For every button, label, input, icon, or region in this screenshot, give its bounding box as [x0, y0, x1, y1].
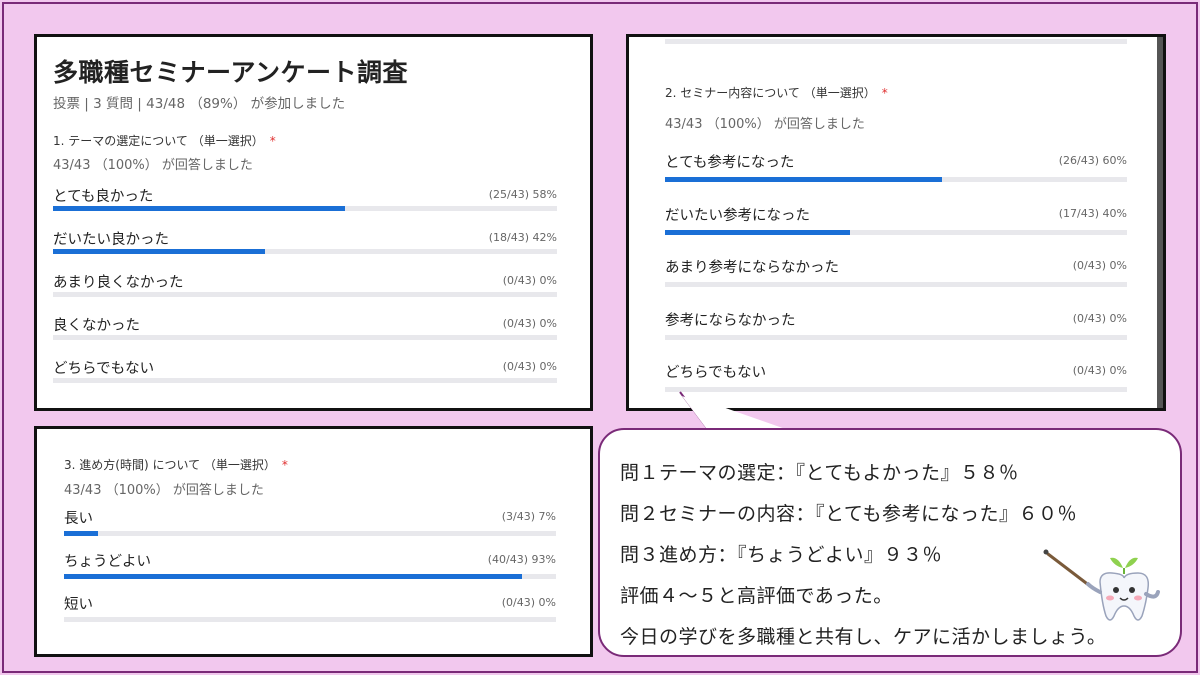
option-value: (18/43) 42% — [488, 231, 557, 244]
result-bar-track — [64, 617, 556, 622]
option-label: とても参考になった — [665, 155, 795, 171]
result-bar-fill — [64, 574, 522, 579]
question-responses: 43/43 （100%） が回答しました — [64, 483, 264, 498]
summary-line: 問１テーマの選定：『とてもよかった』５８％ — [620, 462, 1019, 484]
option-row: 参考にならなかった (0/43) 0% — [665, 309, 1127, 341]
result-bar-fill — [665, 229, 850, 235]
option-row: とても良かった (25/43) 58% — [53, 185, 557, 212]
result-bar-track — [53, 292, 557, 297]
question-title: 2. セミナー内容について （単一選択） — [665, 86, 876, 100]
option-value: (0/43) 0% — [1072, 311, 1127, 325]
tooth-mascot-icon — [1043, 549, 1160, 621]
option-label: 短い — [64, 597, 93, 613]
option-value: (17/43) 40% — [1058, 206, 1127, 220]
summary-line: 今日の学びを多職種と共有し、ケアに活かしましょう。 — [620, 626, 1107, 648]
result-bar-track — [665, 177, 1127, 182]
survey-panel-q3: 3. 進め方(時間) について （単一選択） * 43/43 （100%） が回答… — [34, 426, 593, 657]
result-bar-fill — [665, 177, 943, 182]
summary-line: 問２セミナーの内容：『とても参考になった』６０％ — [620, 503, 1077, 525]
result-bar-fill — [53, 249, 265, 254]
survey-title: 多職種セミナーアンケート調査 — [53, 58, 409, 87]
option-value: (0/43) 0% — [501, 596, 556, 609]
question-heading: 1. テーマの選定について （単一選択） * — [53, 132, 276, 149]
required-mark: * — [881, 86, 888, 100]
option-row: 良くなかった (0/43) 0% — [53, 314, 557, 341]
option-label: 参考にならなかった — [665, 312, 796, 329]
option-label: あまり参考にならなかった — [665, 260, 839, 276]
result-bar-track — [64, 531, 556, 536]
option-label: どちらでもない — [53, 361, 155, 377]
result-bar-track — [665, 282, 1127, 287]
option-label: ちょうどよい — [64, 554, 151, 570]
option-label: だいたい参考になった — [665, 207, 810, 224]
previous-option-bar — [665, 39, 1127, 44]
option-row: あまり参考にならなかった (0/43) 0% — [665, 256, 1127, 288]
option-value: (26/43) 60% — [1058, 154, 1127, 167]
option-row: 短い (0/43) 0% — [64, 593, 556, 623]
option-row: あまり良くなかった (0/43) 0% — [53, 271, 557, 298]
option-label: 長い — [64, 511, 93, 527]
option-value: (0/43) 0% — [1072, 364, 1127, 377]
option-label: あまり良くなかった — [53, 275, 184, 291]
summary-line: 問３進め方：『ちょうどよい』９３％ — [620, 544, 943, 566]
question-responses: 43/43 （100%） が回答しました — [53, 158, 253, 173]
result-bar-track — [64, 574, 556, 579]
required-mark: * — [281, 458, 288, 472]
option-row: とても参考になった (26/43) 60% — [665, 151, 1127, 183]
option-label: だいたい良かった — [53, 232, 169, 248]
result-bar-track — [53, 378, 557, 383]
option-value: (0/43) 0% — [502, 317, 557, 330]
option-value: (3/43) 7% — [501, 510, 556, 523]
result-bar-track — [665, 334, 1127, 340]
option-value: (40/43) 93% — [487, 553, 556, 566]
question-heading: 3. 進め方(時間) について （単一選択） * — [64, 456, 288, 473]
option-value: (0/43) 0% — [1072, 259, 1127, 272]
survey-meta: 投票 | 3 質問 | 43/48 （89%） が参加しました — [53, 96, 346, 112]
option-row: 長い (3/43) 7% — [64, 507, 556, 537]
result-bar-track — [53, 206, 557, 211]
option-label: とても良かった — [53, 189, 154, 205]
option-label: どちらでもない — [665, 365, 767, 381]
result-bar-fill — [64, 531, 99, 536]
question-responses: 43/43 （100%） が回答しました — [665, 117, 865, 132]
option-row: どちらでもない (0/43) 0% — [53, 357, 557, 384]
survey-panel-q1: 多職種セミナーアンケート調査 投票 | 3 質問 | 43/48 （89%） が… — [34, 34, 593, 411]
option-row: だいたい参考になった (17/43) 40% — [665, 204, 1127, 236]
result-bar-track — [53, 335, 557, 340]
option-row: だいたい良かった (18/43) 42% — [53, 228, 557, 255]
result-bar-track — [665, 229, 1127, 235]
survey-panel-q2: 2. セミナー内容について （単一選択） * 43/43 （100%） が回答しま… — [626, 34, 1166, 411]
option-label: 良くなかった — [53, 318, 140, 334]
pointer-stick-icon — [1046, 552, 1092, 588]
question-title: 1. テーマの選定について （単一選択） — [53, 134, 264, 148]
question-title: 3. 進め方(時間) について （単一選択） — [64, 458, 276, 472]
option-row: ちょうどよい (40/43) 93% — [64, 550, 556, 580]
option-value: (25/43) 58% — [488, 188, 557, 201]
question-heading: 2. セミナー内容について （単一選択） * — [665, 84, 888, 101]
scrollbar[interactable] — [1157, 37, 1163, 408]
option-value: (0/43) 0% — [502, 274, 557, 287]
option-value: (0/43) 0% — [502, 360, 557, 373]
required-mark: * — [269, 134, 276, 148]
result-bar-track — [53, 249, 557, 254]
result-bar-fill — [53, 206, 346, 211]
summary-line: 評価４～５と高評価であった。 — [620, 585, 893, 607]
